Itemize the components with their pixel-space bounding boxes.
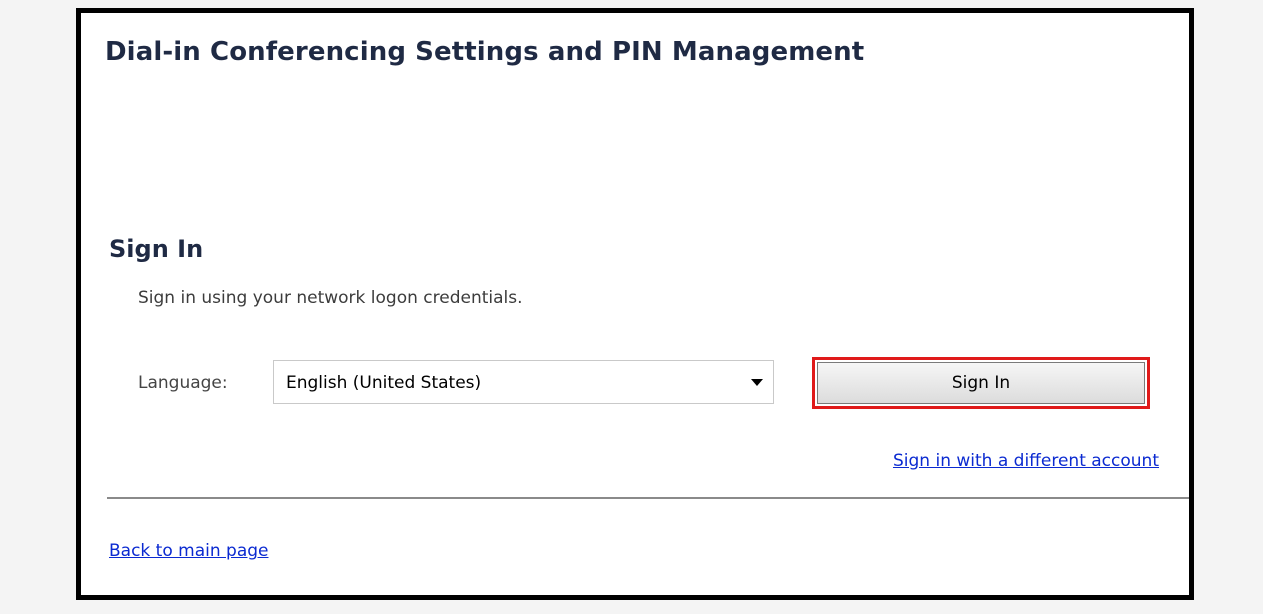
language-select-value: English (United States) <box>286 373 482 393</box>
signin-title: Sign In <box>109 235 204 263</box>
page-frame: Dial-in Conferencing Settings and PIN Ma… <box>76 8 1194 600</box>
back-to-main-link[interactable]: Back to main page <box>109 541 268 561</box>
page-title: Dial-in Conferencing Settings and PIN Ma… <box>105 37 865 67</box>
chevron-down-icon <box>751 379 763 386</box>
signin-subtitle: Sign in using your network logon credent… <box>138 288 523 308</box>
sign-in-button[interactable]: Sign In <box>812 357 1150 409</box>
different-account-link[interactable]: Sign in with a different account <box>893 451 1159 471</box>
language-select[interactable]: English (United States) <box>273 360 774 404</box>
sign-in-button-label: Sign In <box>817 362 1145 404</box>
language-label: Language: <box>138 373 228 393</box>
divider <box>107 497 1189 499</box>
